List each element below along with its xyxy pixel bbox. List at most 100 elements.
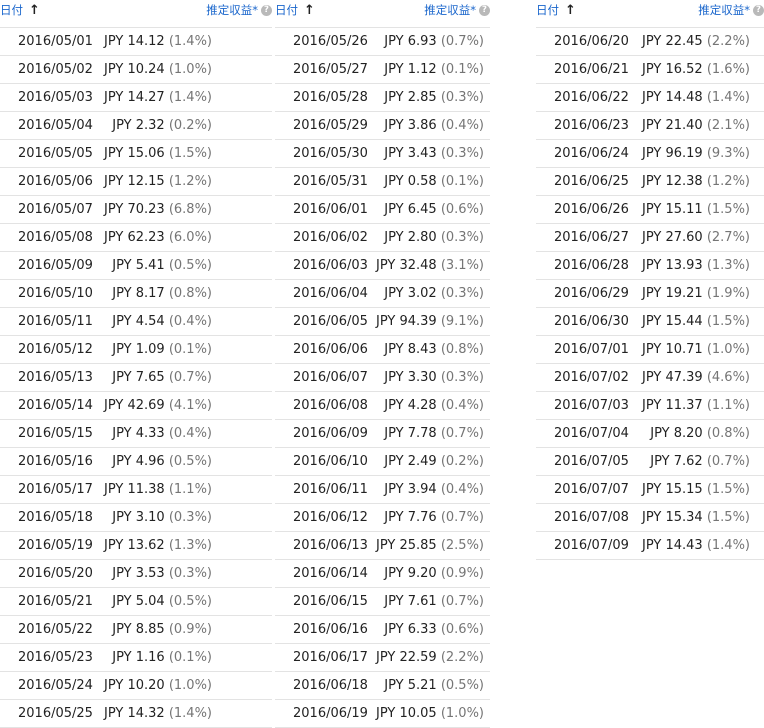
revenue-percent: (0.3%) [440, 90, 484, 105]
revenue-percent: (1.4%) [168, 706, 212, 721]
row-revenue: JPY 7.78 (0.7%) [384, 426, 484, 441]
table-row: 2016/06/07 JPY 3.30 (0.3%) [275, 364, 490, 392]
row-date: 2016/06/01 [293, 202, 368, 217]
table-row: 2016/05/08 JPY 62.23 (6.0%) [0, 224, 272, 252]
arrow-up-icon[interactable]: ↑ [565, 4, 576, 17]
revenue-percent: (2.2%) [440, 650, 484, 665]
row-date: 2016/06/07 [293, 370, 368, 385]
date-column-header[interactable]: 日付 ↑ [275, 2, 315, 18]
row-date: 2016/06/21 [554, 62, 629, 77]
row-date: 2016/05/21 [18, 594, 93, 609]
revenue-amount: JPY 15.34 [642, 510, 703, 525]
row-revenue: JPY 62.23 (6.0%) [104, 230, 212, 245]
revenue-percent: (6.8%) [168, 202, 212, 217]
revenue-amount: JPY 11.38 [104, 482, 165, 497]
row-revenue: JPY 8.20 (0.8%) [650, 426, 750, 441]
row-revenue: JPY 2.80 (0.3%) [384, 230, 484, 245]
row-revenue: JPY 7.76 (0.7%) [384, 510, 484, 525]
revenue-amount: JPY 5.41 [112, 258, 165, 273]
revenue-amount: JPY 3.94 [384, 482, 437, 497]
revenue-amount: JPY 6.93 [384, 34, 437, 49]
table-row: 2016/05/10 JPY 8.17 (0.8%) [0, 280, 272, 308]
revenue-amount: JPY 14.27 [104, 90, 165, 105]
row-revenue: JPY 5.21 (0.5%) [384, 678, 484, 693]
revenue-amount: JPY 2.49 [384, 454, 437, 469]
revenue-amount: JPY 3.02 [384, 286, 437, 301]
row-revenue: JPY 1.16 (0.1%) [112, 650, 212, 665]
row-revenue: JPY 42.69 (4.1%) [104, 398, 212, 413]
date-column-header[interactable]: 日付 ↑ [0, 2, 40, 18]
row-revenue: JPY 4.28 (0.4%) [384, 398, 484, 413]
row-date: 2016/05/23 [18, 650, 93, 665]
table-row: 2016/05/19 JPY 13.62 (1.3%) [0, 532, 272, 560]
arrow-up-icon[interactable]: ↑ [304, 4, 315, 17]
table-row: 2016/06/24 JPY 96.19 (9.3%) [536, 140, 764, 168]
table-row: 2016/06/10 JPY 2.49 (0.2%) [275, 448, 490, 476]
row-date: 2016/06/27 [554, 230, 629, 245]
row-date: 2016/05/25 [18, 706, 93, 721]
table-row: 2016/05/12 JPY 1.09 (0.1%) [0, 336, 272, 364]
revenue-percent: (0.3%) [440, 370, 484, 385]
revenue-amount: JPY 9.20 [384, 566, 437, 581]
table-row: 2016/05/22 JPY 8.85 (0.9%) [0, 616, 272, 644]
row-revenue: JPY 11.37 (1.1%) [642, 398, 750, 413]
row-date: 2016/06/29 [554, 286, 629, 301]
row-date: 2016/07/09 [554, 538, 629, 553]
table-row: 2016/05/14 JPY 42.69 (4.1%) [0, 392, 272, 420]
revenue-percent: (1.1%) [706, 398, 750, 413]
revenue-percent: (1.5%) [706, 202, 750, 217]
date-column-header[interactable]: 日付 ↑ [536, 2, 576, 18]
table-row: 2016/05/20 JPY 3.53 (0.3%) [0, 560, 272, 588]
row-date: 2016/07/04 [554, 426, 629, 441]
revenue-amount: JPY 15.11 [642, 202, 703, 217]
row-date: 2016/06/19 [293, 706, 368, 721]
table-row: 2016/05/02 JPY 10.24 (1.0%) [0, 56, 272, 84]
table-row: 2016/05/09 JPY 5.41 (0.5%) [0, 252, 272, 280]
revenue-percent: (2.1%) [706, 118, 750, 133]
revenue-amount: JPY 5.04 [112, 594, 165, 609]
revenue-amount: JPY 10.24 [104, 62, 165, 77]
table-row: 2016/06/13 JPY 25.85 (2.5%) [275, 532, 490, 560]
revenue-column-header[interactable]: 推定収益* ? [424, 2, 490, 18]
table-row: 2016/07/09 JPY 14.43 (1.4%) [536, 532, 764, 560]
table-row: 2016/07/08 JPY 15.34 (1.5%) [536, 504, 764, 532]
revenue-percent: (0.3%) [440, 286, 484, 301]
revenue-column-header[interactable]: 推定収益* ? [206, 2, 272, 18]
table-row: 2016/06/05 JPY 94.39 (9.1%) [275, 308, 490, 336]
table-row: 2016/05/29 JPY 3.86 (0.4%) [275, 112, 490, 140]
table-row: 2016/05/23 JPY 1.16 (0.1%) [0, 644, 272, 672]
revenue-percent: (0.9%) [168, 622, 212, 637]
revenue-percent: (0.7%) [440, 594, 484, 609]
row-revenue: JPY 12.15 (1.2%) [104, 174, 212, 189]
table-row: 2016/06/09 JPY 7.78 (0.7%) [275, 420, 490, 448]
revenue-column-header[interactable]: 推定収益* ? [698, 2, 764, 18]
help-icon[interactable]: ? [753, 4, 764, 16]
row-date: 2016/05/04 [18, 118, 93, 133]
help-icon[interactable]: ? [479, 4, 490, 16]
revenue-amount: JPY 22.45 [642, 34, 703, 49]
revenue-header-label: 推定収益* [698, 3, 750, 17]
row-revenue: JPY 6.45 (0.6%) [384, 202, 484, 217]
revenue-percent: (9.3%) [706, 146, 750, 161]
row-revenue: JPY 4.33 (0.4%) [112, 426, 212, 441]
row-date: 2016/05/11 [18, 314, 93, 329]
revenue-percent: (0.9%) [440, 566, 484, 581]
revenue-percent: (0.3%) [168, 566, 212, 581]
table-row: 2016/06/19 JPY 10.05 (1.0%) [275, 700, 490, 728]
revenue-amount: JPY 8.20 [650, 426, 703, 441]
row-revenue: JPY 11.38 (1.1%) [104, 482, 212, 497]
table-row: 2016/05/15 JPY 4.33 (0.4%) [0, 420, 272, 448]
table-row: 2016/07/04 JPY 8.20 (0.8%) [536, 420, 764, 448]
revenue-percent: (0.4%) [168, 426, 212, 441]
row-date: 2016/05/08 [18, 230, 93, 245]
row-date: 2016/07/02 [554, 370, 629, 385]
revenue-percent: (6.0%) [168, 230, 212, 245]
revenue-amount: JPY 62.23 [104, 230, 165, 245]
arrow-up-icon[interactable]: ↑ [29, 4, 40, 17]
revenue-header-label: 推定収益* [424, 3, 476, 17]
row-date: 2016/05/10 [18, 286, 93, 301]
help-icon[interactable]: ? [261, 4, 272, 16]
row-revenue: JPY 4.54 (0.4%) [112, 314, 212, 329]
revenue-amount: JPY 25.85 [376, 538, 437, 553]
row-revenue: JPY 15.44 (1.5%) [642, 314, 750, 329]
